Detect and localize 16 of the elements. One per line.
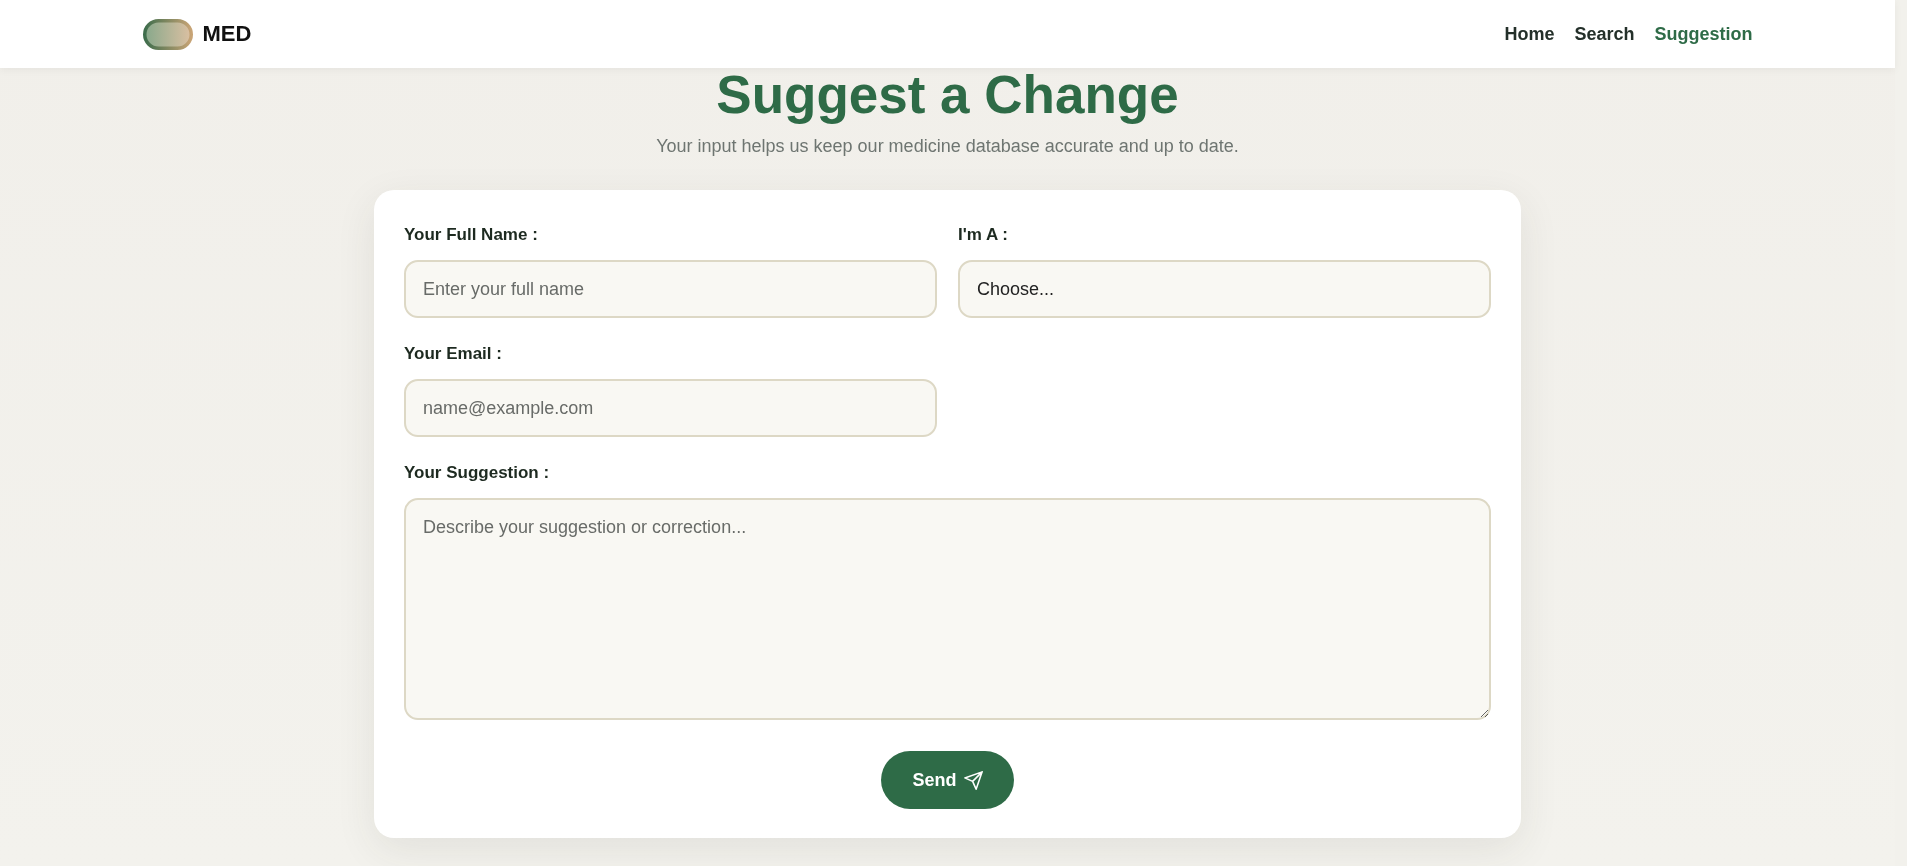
field-label: I'm A : <box>958 225 1008 245</box>
send-button[interactable]: Send <box>881 751 1014 809</box>
field-label: Your Full Name : <box>404 225 538 245</box>
nav-link[interactable]: Home <box>1504 23 1555 45</box>
field-label: Your Email : <box>404 344 502 364</box>
name-input-field[interactable]: Enter your full name <box>404 260 937 318</box>
logo-icon <box>142 18 193 50</box>
paper-plane-icon <box>963 770 983 790</box>
field-label: Your Suggestion : <box>404 463 550 483</box>
nav-link[interactable]: Suggestion <box>1654 23 1753 45</box>
brand-name: MED <box>202 21 252 47</box>
page-subtitle: Your input helps us keep our medicine database accurate and up to date. <box>656 135 1239 158</box>
nav-link[interactable]: Search <box>1574 23 1635 45</box>
role-select[interactable]: Choose... <box>958 260 1491 318</box>
suggestion-textarea[interactable]: Describe your suggestion or correction... <box>404 498 1491 720</box>
email-input-field[interactable]: name@example.com <box>404 379 937 437</box>
